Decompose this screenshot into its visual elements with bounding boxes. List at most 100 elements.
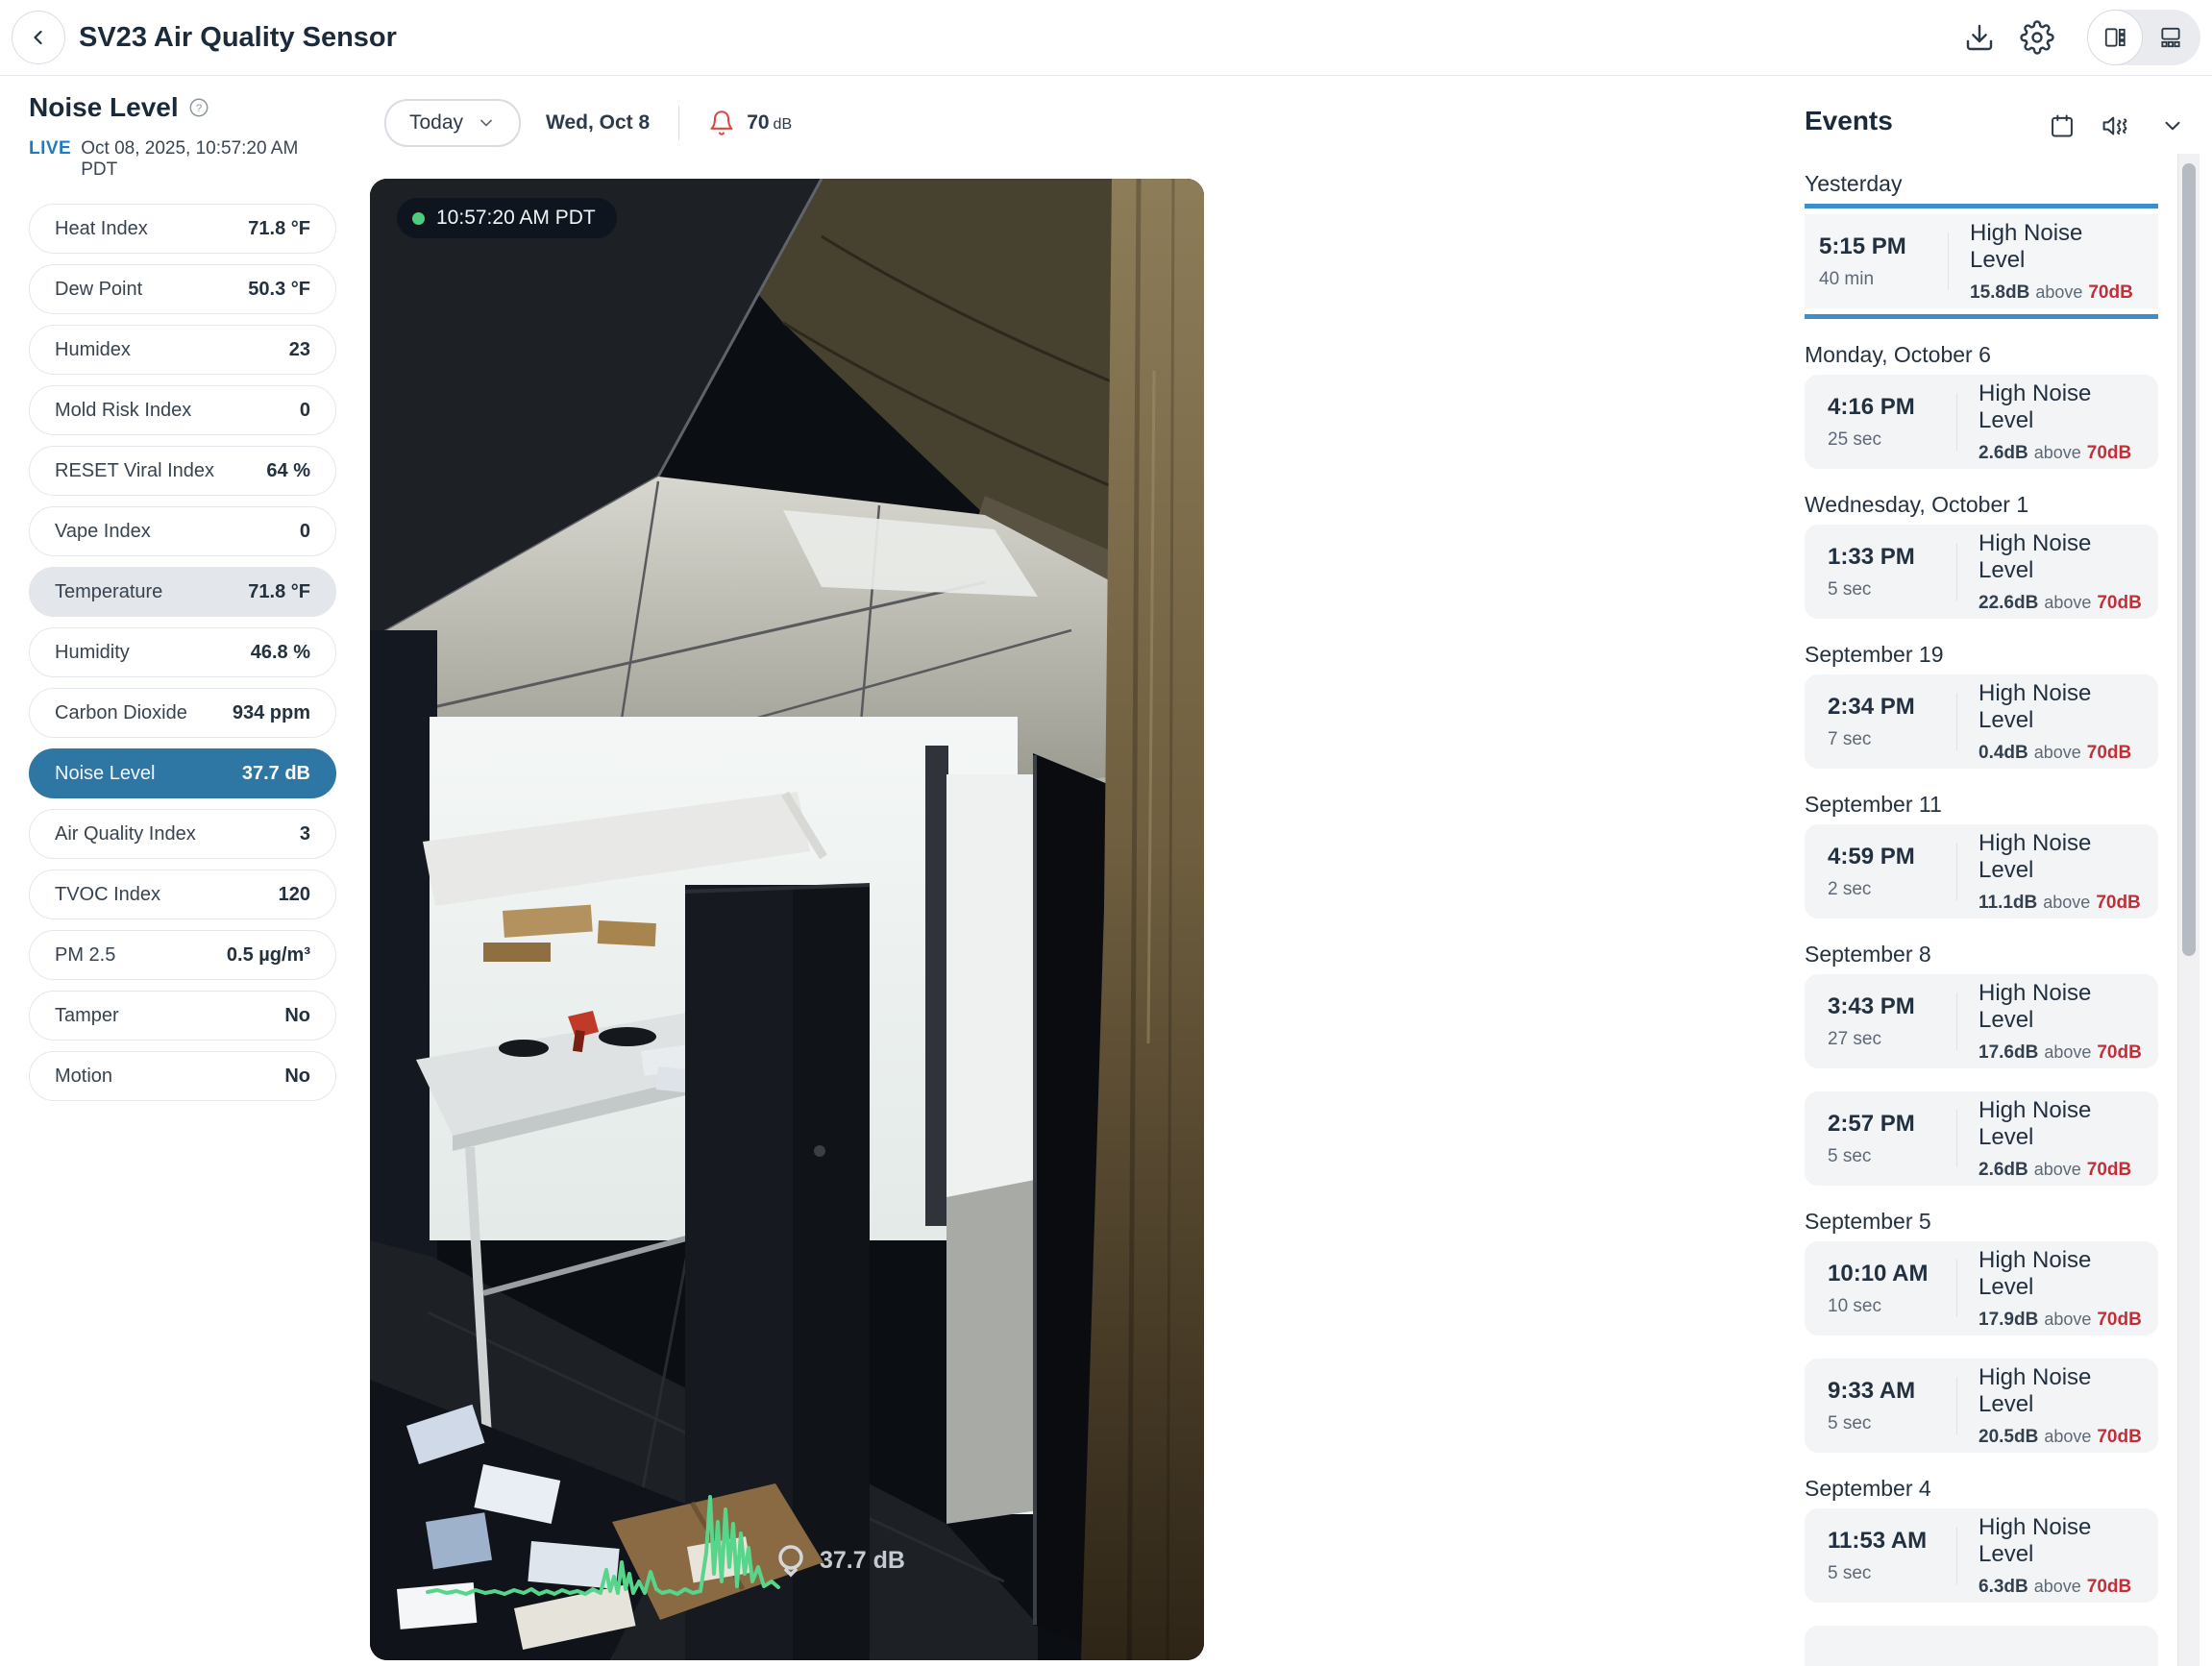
metric-vape-index[interactable]: Vape Index0 bbox=[29, 506, 336, 556]
event-subtitle: 15.8dBabove70dB bbox=[1970, 282, 2140, 304]
metric-list: Heat Index71.8 °F Dew Point50.3 °F Humidex… bbox=[29, 204, 336, 1101]
event-above-label: above bbox=[2044, 593, 2091, 612]
metric-noise-level[interactable]: Noise Level37.7 dB bbox=[29, 748, 336, 798]
event-title: High Noise Level bbox=[1970, 220, 2140, 274]
event-delta: 2.6dB bbox=[1979, 1160, 2028, 1180]
metric-motion[interactable]: MotionNo bbox=[29, 1051, 336, 1101]
event-time: 9:33 AM bbox=[1828, 1378, 1935, 1405]
noise-filter-icon[interactable] bbox=[2101, 111, 2135, 140]
chevron-down-icon[interactable] bbox=[2160, 113, 2185, 138]
metric-value: 64 % bbox=[266, 460, 310, 482]
download-button[interactable] bbox=[1960, 18, 1999, 57]
event-card[interactable]: 2:34 PM 7 sec High Noise Level 0.4dBabove70… bbox=[1805, 674, 2158, 769]
view-toggle-grid[interactable] bbox=[2143, 10, 2199, 65]
event-group-date: September 4 bbox=[1805, 1476, 2158, 1501]
event-subtitle: 0.4dBabove70dB bbox=[1979, 743, 2135, 764]
event-time-column: 9:33 AM5 sec bbox=[1828, 1378, 1935, 1434]
view-toggle-detail[interactable] bbox=[2087, 10, 2143, 65]
event-above-label: above bbox=[2044, 1310, 2091, 1329]
event-above-label: above bbox=[2034, 1577, 2081, 1596]
metric-label: TVOC Index bbox=[55, 884, 160, 906]
event-card[interactable]: 4:16 PM25 secHigh Noise Level2.6dBabove7… bbox=[1805, 375, 2158, 469]
event-duration: 5 sec bbox=[1828, 1563, 1935, 1584]
metric-label: RESET Viral Index bbox=[55, 460, 214, 482]
metric-heat-index[interactable]: Heat Index71.8 °F bbox=[29, 204, 336, 254]
event-card-divider bbox=[1956, 693, 1957, 750]
event-card[interactable]: 1:33 PM5 secHigh Noise Level22.6dBabove7… bbox=[1805, 525, 2158, 619]
event-card[interactable]: 10:10 AM10 secHigh Noise Level17.9dBabov… bbox=[1805, 1241, 2158, 1335]
metric-value: 71.8 °F bbox=[248, 581, 310, 603]
metric-air-quality-index[interactable]: Air Quality Index3 bbox=[29, 809, 336, 859]
back-button[interactable] bbox=[12, 11, 65, 64]
event-card[interactable]: 9:33 AM5 secHigh Noise Level20.5dBabove7… bbox=[1805, 1359, 2158, 1453]
camera-feed[interactable]: 10:57:20 AM PDT 37.7 dB bbox=[370, 179, 1204, 1660]
event-subtitle: 17.6dBabove70dB bbox=[1979, 1042, 2142, 1064]
event-title: High Noise Level bbox=[1979, 380, 2135, 434]
event-info-column: High Noise Level2.6dBabove70dB bbox=[1979, 1097, 2135, 1181]
event-card-divider bbox=[1956, 843, 1957, 900]
metric-humidex[interactable]: Humidex23 bbox=[29, 325, 336, 375]
event-card[interactable]: 2:57 PM5 secHigh Noise Level2.6dBabove70… bbox=[1805, 1091, 2158, 1186]
metric-carbon-dioxide[interactable]: Carbon Dioxide934 ppm bbox=[29, 688, 336, 738]
range-select[interactable]: Today bbox=[384, 99, 521, 147]
event-card[interactable]: 5:15 PM 40 min High Noise Level 15.8dBabove… bbox=[1805, 214, 2158, 308]
metric-label: Temperature bbox=[55, 581, 162, 603]
event-group-date: Monday, October 6 bbox=[1805, 342, 2158, 367]
event-time: 11:53 AM bbox=[1828, 1528, 1935, 1555]
event-time-column: 10:10 AM10 sec bbox=[1828, 1261, 1935, 1317]
event-card[interactable]: 11:53 AM5 secHigh Noise Level6.3dBabove7… bbox=[1805, 1508, 2158, 1603]
event-time: 2:34 PM bbox=[1828, 694, 1935, 721]
event-info-column: High Noise Level22.6dBabove70dB bbox=[1979, 530, 2142, 614]
events-scrollbar[interactable] bbox=[2177, 154, 2200, 1666]
alert-bell-icon bbox=[708, 110, 735, 136]
metric-value: No bbox=[284, 1005, 310, 1027]
event-duration: 5 sec bbox=[1828, 579, 1935, 600]
event-card-divider bbox=[1956, 1110, 1957, 1167]
event-card-divider bbox=[1956, 543, 1957, 600]
event-threshold: 70dB bbox=[2087, 1160, 2131, 1180]
video-timestamp: 10:57:20 AM PDT bbox=[436, 207, 596, 230]
event-duration: 40 min bbox=[1819, 269, 1927, 290]
event-group-date: Wednesday, October 1 bbox=[1805, 492, 2158, 517]
event-time: 4:59 PM bbox=[1828, 844, 1935, 870]
event-delta: 6.3dB bbox=[1979, 1577, 2028, 1597]
metric-dew-point[interactable]: Dew Point50.3 °F bbox=[29, 264, 336, 314]
event-time: 5:15 PM bbox=[1819, 233, 1927, 260]
metric-temperature[interactable]: Temperature 71.8 °F bbox=[29, 567, 336, 617]
metric-label: Humidity bbox=[55, 642, 130, 664]
event-delta: 17.9dB bbox=[1979, 1310, 2038, 1330]
metric-humidity[interactable]: Humidity46.8 % bbox=[29, 627, 336, 677]
metric-mold-risk-index[interactable]: Mold Risk Index0 bbox=[29, 385, 336, 435]
event-threshold: 70dB bbox=[2097, 1427, 2141, 1447]
event-duration: 2 sec bbox=[1828, 879, 1935, 900]
event-threshold: 70dB bbox=[2088, 282, 2132, 303]
event-duration: 7 sec bbox=[1828, 729, 1935, 750]
metric-tvoc-index[interactable]: TVOC Index120 bbox=[29, 870, 336, 919]
event-card[interactable]: 3:43 PM27 secHigh Noise Level17.6dBabove… bbox=[1805, 974, 2158, 1068]
events-title: Events bbox=[1805, 106, 1893, 136]
event-card[interactable]: 4:59 PM2 secHigh Noise Level11.1dBabove7… bbox=[1805, 824, 2158, 919]
event-card-divider bbox=[1956, 1527, 1957, 1584]
metric-reset-viral-index[interactable]: RESET Viral Index 64 % bbox=[29, 446, 336, 496]
event-time: 4:16 PM bbox=[1828, 394, 1935, 421]
event-subtitle: 2.6dBabove70dB bbox=[1979, 1160, 2135, 1181]
metric-label: Humidex bbox=[55, 339, 131, 361]
event-title: High Noise Level bbox=[1979, 680, 2135, 734]
event-subtitle: 20.5dBabove70dB bbox=[1979, 1427, 2142, 1448]
settings-button[interactable] bbox=[2018, 18, 2056, 57]
event-threshold: 70dB bbox=[2087, 743, 2131, 763]
metric-label: Motion bbox=[55, 1066, 112, 1088]
event-time-column: 5:15 PM 40 min bbox=[1819, 233, 1927, 290]
metric-pm-2-5[interactable]: PM 2.50.5 µg/m³ bbox=[29, 930, 336, 980]
event-delta: 0.4dB bbox=[1979, 743, 2028, 763]
event-card-partial[interactable] bbox=[1805, 1626, 2158, 1666]
help-icon[interactable]: ? bbox=[188, 97, 209, 118]
event-subtitle: 6.3dBabove70dB bbox=[1979, 1577, 2135, 1598]
calendar-icon[interactable] bbox=[2049, 112, 2076, 139]
metric-tamper[interactable]: TamperNo bbox=[29, 991, 336, 1041]
event-card-divider bbox=[1956, 992, 1957, 1050]
event-card-divider bbox=[1956, 1377, 1957, 1434]
scrollbar-thumb[interactable] bbox=[2182, 163, 2196, 956]
metric-value: 71.8 °F bbox=[248, 218, 310, 240]
event-subtitle: 17.9dBabove70dB bbox=[1979, 1310, 2142, 1331]
